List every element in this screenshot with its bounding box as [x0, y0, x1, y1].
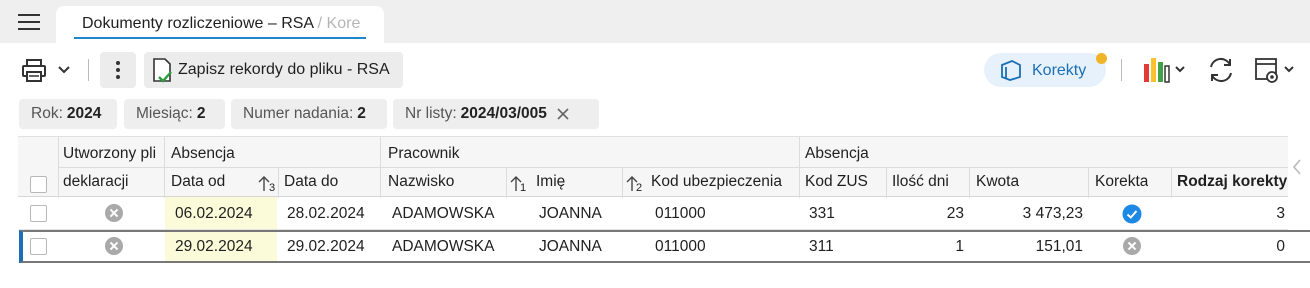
- selected-row-outline: [19, 230, 1310, 263]
- grid-header: Utworzony pli Absencja Pracownik Absencj…: [18, 136, 1288, 198]
- col-korekta[interactable]: Korekta: [1095, 173, 1148, 191]
- col-ilosc-dni[interactable]: Ilość dni: [892, 173, 949, 191]
- row-checkbox[interactable]: [30, 205, 47, 222]
- group-utworzony: Utworzony pli: [63, 145, 157, 162]
- filter-value: 2: [196, 105, 206, 122]
- filter-value: 2: [357, 105, 366, 122]
- toolbar-separator: [1121, 59, 1122, 81]
- view-settings-button[interactable]: [1252, 52, 1302, 88]
- more-vertical-icon: [116, 61, 120, 79]
- cell-kwota: 3 473,23: [1022, 205, 1083, 222]
- file-check-icon: [153, 58, 172, 83]
- group-absencja: Absencja: [805, 145, 869, 162]
- korekty-label: Korekty: [1032, 62, 1087, 79]
- top-bar: Dokumenty rozliczeniowe – RSA / Kore: [0, 0, 1310, 43]
- save-rsa-label: Zapisz rekordy do pliku - RSA: [178, 61, 390, 78]
- bar-chart-icon: [1144, 58, 1185, 83]
- refresh-icon: [1210, 57, 1232, 83]
- cell-nazwisko: ADAMOWSKA: [392, 205, 495, 222]
- filter-label: Numer nadania:: [243, 105, 354, 122]
- table-row[interactable]: 06.02.2024 28.02.2024 ADAMOWSKA JOANNA 0…: [18, 197, 1288, 230]
- cell-kod-zus: 331: [809, 205, 835, 222]
- chevron-left-icon[interactable]: [1291, 158, 1303, 176]
- col-nazwisko[interactable]: Nazwisko: [388, 173, 454, 191]
- window-settings-icon: [1255, 58, 1294, 83]
- col-rodzaj-korekty[interactable]: Rodzaj korekty: [1177, 173, 1287, 191]
- check-circle-icon: [1122, 204, 1142, 224]
- filter-label: Miesiąc:: [136, 105, 193, 122]
- cell-data-do: 28.02.2024: [287, 205, 365, 222]
- sort-order: 1: [520, 182, 527, 194]
- cell-kod-ubezpieczenia: 011000: [655, 205, 706, 222]
- hamburger-menu-icon[interactable]: [18, 14, 40, 30]
- filter-chip-miesiac[interactable]: Miesiąc: 2: [124, 99, 225, 129]
- col-kwota[interactable]: Kwota: [976, 173, 1019, 191]
- refresh-button[interactable]: [1204, 52, 1238, 88]
- chart-button[interactable]: [1140, 52, 1190, 88]
- more-options-button[interactable]: [100, 52, 136, 88]
- sort-order: 3: [269, 182, 276, 194]
- layers-icon: [1001, 60, 1021, 81]
- status-x-icon: [105, 204, 123, 222]
- filter-value: 2024/03/005: [460, 105, 547, 122]
- print-button[interactable]: [20, 52, 76, 88]
- save-rsa-button[interactable]: Zapisz rekordy do pliku - RSA: [144, 52, 403, 88]
- col-data-od[interactable]: Data od: [171, 173, 225, 191]
- col-deklaracji[interactable]: deklaracji: [63, 173, 128, 191]
- tab-title-rest: / Kore: [313, 15, 361, 32]
- cell-imie: JOANNA: [539, 205, 602, 222]
- col-kod-ubezpieczenia[interactable]: Kod ubezpieczenia: [651, 173, 782, 191]
- col-imie[interactable]: Imię: [536, 173, 565, 191]
- cell-ilosc-dni: 23: [946, 205, 964, 222]
- col-kod-zus[interactable]: Kod ZUS: [805, 173, 868, 191]
- filter-chip-numer-nadania[interactable]: Numer nadania: 2: [231, 99, 387, 129]
- filter-chip-nr-listy[interactable]: Nr listy: 2024/03/005: [393, 99, 599, 129]
- korekty-button[interactable]: Korekty: [984, 53, 1106, 87]
- filter-value: 2024: [66, 105, 102, 122]
- tab-dokumenty[interactable]: Dokumenty rozliczeniowe – RSA / Kore: [56, 6, 384, 43]
- sort-order: 2: [636, 182, 643, 194]
- col-data-do[interactable]: Data do: [284, 173, 338, 191]
- filter-label: Nr listy:: [405, 105, 457, 122]
- toolbar-separator: [88, 59, 89, 81]
- notification-badge: [1096, 53, 1107, 64]
- cell-rodzaj-korekty: 3: [1276, 205, 1285, 222]
- tab-underline: [74, 37, 366, 39]
- tab-title: Dokumenty rozliczeniowe – RSA: [82, 15, 314, 32]
- select-all-checkbox[interactable]: [30, 176, 47, 193]
- group-absencja: Absencja: [171, 145, 235, 162]
- group-pracownik: Pracownik: [388, 145, 460, 162]
- filter-label: Rok:: [31, 105, 63, 122]
- close-icon[interactable]: [557, 108, 569, 120]
- printer-icon: [22, 59, 70, 82]
- cell-data-od: 06.02.2024: [175, 205, 253, 222]
- filter-chip-rok[interactable]: Rok: 2024: [19, 99, 117, 129]
